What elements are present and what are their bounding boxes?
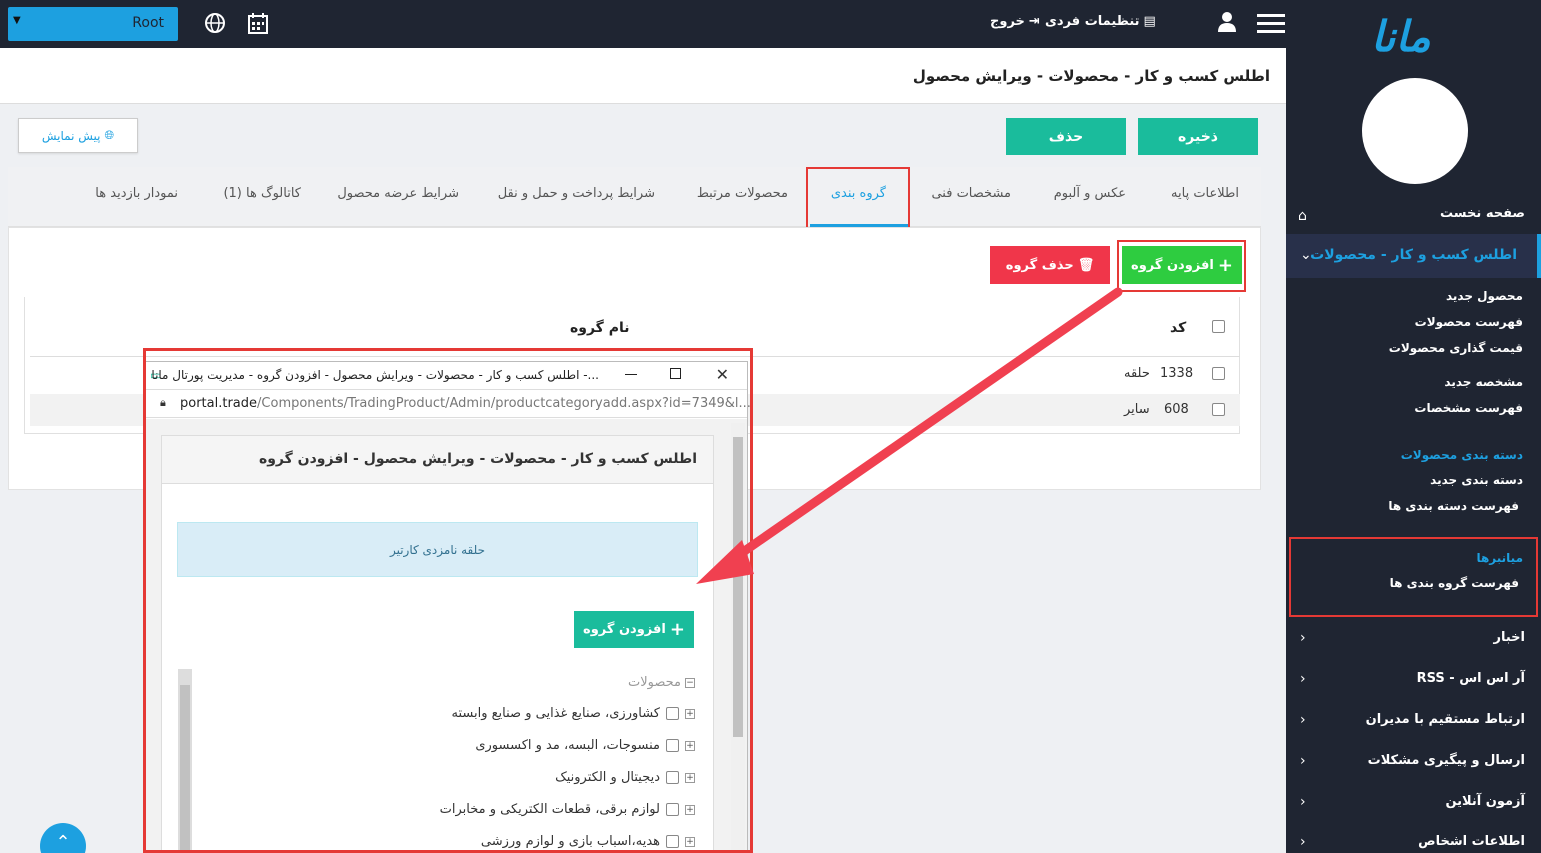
logout-icon: ⇥	[1028, 14, 1040, 29]
dropdown-arrow-icon: ▼	[13, 15, 21, 26]
row-name: حلقه	[1124, 366, 1150, 381]
popup-highlight	[143, 348, 753, 853]
home-icon: ⌂	[1298, 208, 1307, 224]
globe-icon: 🌐︎	[104, 128, 115, 142]
sidebar-sub-new-spec[interactable]: مشخصه جدید	[1444, 375, 1523, 389]
delete-group-label: حذف گروه	[1005, 257, 1074, 273]
globe-icon[interactable]	[204, 12, 226, 39]
chevron-left-icon: ‹	[1300, 712, 1306, 728]
tab-catalogs[interactable]: کاتالوگ ها (1)	[223, 186, 301, 201]
chevron-left-icon: ‹	[1300, 671, 1306, 687]
root-select-value: Root	[132, 15, 164, 31]
delete-group-button[interactable]: حذف گروه 🗑︎	[990, 246, 1110, 284]
sidebar-group-shortcuts: میانبرها	[1476, 551, 1523, 565]
document-icon: ▤	[1143, 14, 1156, 29]
sidebar-group-categories: دسته بندی محصولات	[1400, 448, 1523, 462]
logout-label: خروج	[990, 14, 1025, 29]
sidebar-sub-pricing[interactable]: قیمت گذاری محصولات	[1389, 341, 1523, 355]
column-header-code: کد	[1170, 320, 1187, 336]
tab-visit-chart[interactable]: نمودار بازدید ها	[95, 186, 178, 201]
tab-bar: اطلاعات پایه عکس و آلبوم مشخصات فنی گروه…	[8, 167, 1261, 227]
sidebar-item-rss[interactable]: آر اس اس - RSS	[1417, 671, 1525, 686]
sidebar-item-home[interactable]: صفحه نخست	[1440, 206, 1525, 221]
trash-icon: 🗑︎	[1077, 257, 1095, 273]
root-select[interactable]: ▼ Root	[8, 7, 178, 41]
preview-button[interactable]: پیش نمایش 🌐︎	[18, 118, 138, 153]
hamburger-menu-icon[interactable]	[1257, 14, 1285, 34]
sidebar-sub-category-list[interactable]: فهرست دسته بندی ها	[1388, 499, 1519, 513]
settings-link[interactable]: تنظیمات فردی ▤	[1045, 14, 1156, 29]
row-checkbox[interactable]	[1212, 367, 1225, 380]
chevron-up-icon: ⌃	[55, 832, 71, 853]
chevron-left-icon: ‹	[1300, 630, 1306, 646]
preview-label: پیش نمایش	[41, 128, 101, 143]
add-group-highlight	[1117, 240, 1246, 292]
sidebar-item-online-exam[interactable]: آزمون آنلاین	[1445, 794, 1525, 809]
row-code: 1338	[1160, 366, 1194, 381]
sidebar-item-issues[interactable]: ارسال و پیگیری مشکلات	[1368, 753, 1525, 768]
page-title: اطلس کسب و کار - محصولات - ویرایش محصول	[912, 67, 1270, 85]
chevron-left-icon: ‹	[1300, 834, 1306, 850]
tab-related-products[interactable]: محصولات مرتبط	[697, 186, 788, 201]
tab-basic-info[interactable]: اطلاعات پایه	[1171, 186, 1239, 201]
sidebar-sub-group-list[interactable]: فهرست گروه بندی ها	[1390, 576, 1519, 590]
sidebar-sub-product-list[interactable]: فهرست محصولات	[1415, 315, 1523, 329]
delete-button[interactable]: حذف	[1006, 118, 1126, 155]
select-all-checkbox[interactable]	[1212, 320, 1225, 333]
tab-tech-specs[interactable]: مشخصات فنی	[931, 186, 1011, 201]
chevron-down-icon: ⌄	[1300, 247, 1312, 263]
chevron-left-icon: ‹	[1300, 794, 1306, 810]
sidebar-item-news[interactable]: اخبار	[1494, 630, 1526, 645]
tab-supply-conditions[interactable]: شرایط عرضه محصول	[337, 186, 459, 201]
row-checkbox[interactable]	[1212, 403, 1225, 416]
column-header-name: نام گروه	[570, 320, 630, 336]
avatar	[1362, 78, 1468, 184]
chevron-left-icon: ‹	[1300, 753, 1306, 769]
page-header: اطلس کسب و کار - محصولات - ویرایش محصول	[0, 48, 1286, 104]
sidebar-sub-new-product[interactable]: محصول جدید	[1446, 289, 1523, 303]
sidebar-sub-spec-list[interactable]: فهرست مشخصات	[1414, 401, 1523, 415]
logo: مانا	[1371, 12, 1431, 61]
sidebar: مانا ⌂ صفحه نخست اطلس کسب و کار - محصولا…	[1286, 0, 1541, 853]
row-code: 608	[1164, 402, 1189, 417]
top-bar: ▼ Root خروج ⇥ تنظیمات فردی ▤	[0, 0, 1286, 48]
active-tab-highlight	[806, 167, 910, 235]
sidebar-item-products-label: اطلس کسب و کار - محصولات	[1310, 247, 1517, 263]
calendar-icon[interactable]	[248, 12, 268, 38]
settings-label: تنظیمات فردی	[1045, 14, 1140, 29]
scroll-top-button[interactable]: ⌃	[40, 823, 86, 853]
sidebar-sub-new-category[interactable]: دسته بندی جدید	[1430, 473, 1523, 487]
sidebar-item-people[interactable]: اطلاعات اشخاص	[1418, 834, 1525, 849]
user-icon[interactable]	[1218, 12, 1236, 37]
row-name: سایر	[1124, 402, 1150, 417]
tab-payment-shipping[interactable]: شرایط پرداخت و حمل و نقل	[498, 186, 655, 201]
save-button[interactable]: ذخیره	[1138, 118, 1258, 155]
sidebar-item-contact-managers[interactable]: ارتباط مستقیم با مدیران	[1366, 712, 1525, 727]
tab-photos[interactable]: عکس و آلبوم	[1054, 186, 1126, 201]
sidebar-item-products[interactable]: اطلس کسب و کار - محصولات ⌄	[1286, 234, 1541, 278]
logout-link[interactable]: خروج ⇥	[990, 14, 1040, 29]
